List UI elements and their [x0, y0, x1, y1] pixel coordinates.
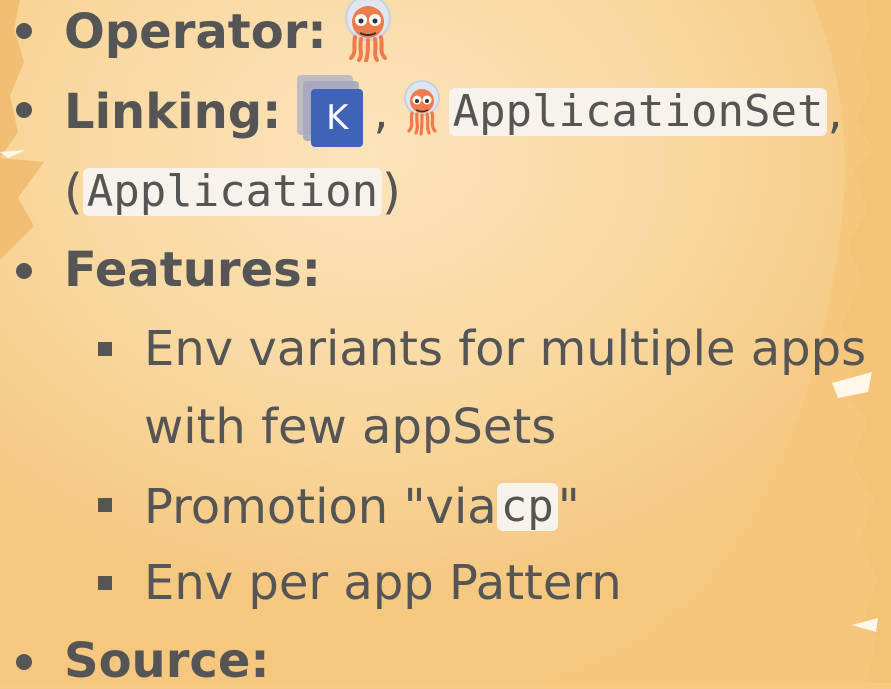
feature-1-text-line-2: with few appSets	[144, 399, 557, 455]
application-paren-close: )	[382, 164, 401, 220]
linking-comma: ,	[373, 84, 389, 140]
feature-2-code: cp	[496, 483, 558, 531]
slide-content: Operator: Linking: K , ApplicationSet , …	[0, 0, 891, 685]
linking-line: Linking: K , ApplicationSet ,	[64, 75, 843, 149]
bullet-operator	[16, 23, 32, 39]
feature-1-line-2: with few appSets	[144, 401, 556, 453]
subbullet-feature-1	[98, 342, 112, 356]
source-line: Source:	[64, 635, 270, 687]
bullet-source	[16, 654, 32, 670]
linking-label: Linking:	[64, 84, 282, 140]
feature-2-line: Promotion "via cp "	[144, 479, 580, 535]
subbullet-feature-2	[98, 498, 112, 512]
k-square-icon: K	[297, 75, 365, 149]
operator-line: Operator:	[64, 0, 395, 63]
argo-octopus-icon	[401, 79, 443, 145]
feature-1-text-line-1: Env variants for multiple apps	[144, 321, 867, 377]
bullet-features	[16, 263, 32, 279]
features-label: Features:	[64, 242, 321, 298]
feature-2-prefix: Promotion "via	[144, 479, 497, 535]
operator-label: Operator:	[64, 4, 327, 60]
applicationset-code: ApplicationSet	[448, 88, 828, 136]
bullet-linking	[16, 102, 32, 118]
feature-3-text: Env per app Pattern	[144, 555, 622, 611]
feature-2-suffix: "	[557, 479, 580, 535]
source-label: Source:	[64, 633, 270, 689]
application-line: ( Application )	[64, 164, 401, 220]
application-paren-open: (	[64, 164, 83, 220]
subbullet-feature-3	[98, 576, 112, 590]
feature-1-line-1: Env variants for multiple apps	[144, 323, 866, 375]
application-code: Application	[82, 168, 383, 216]
linking-trailing-comma: ,	[827, 84, 843, 140]
features-line: Features:	[64, 244, 321, 296]
feature-3-line: Env per app Pattern	[144, 557, 622, 609]
argo-octopus-icon	[341, 0, 395, 70]
k-letter: K	[311, 89, 364, 147]
